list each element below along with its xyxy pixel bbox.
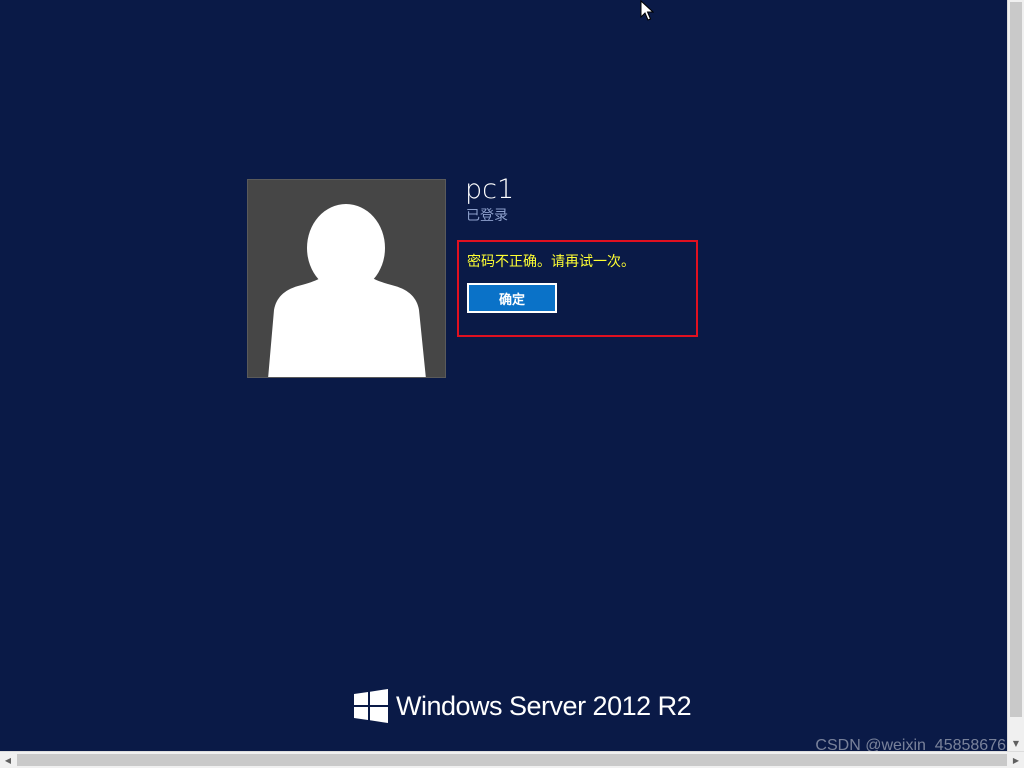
- scroll-down-arrow-icon[interactable]: ▼: [1008, 735, 1024, 751]
- product-name: Windows Server 2012 R2: [396, 690, 692, 721]
- username-label: pc1: [465, 174, 515, 205]
- mouse-pointer-icon: [640, 0, 654, 21]
- horizontal-scrollbar[interactable]: ◀ ▶: [0, 751, 1024, 768]
- user-status-label: 已登录: [466, 208, 508, 224]
- scroll-left-arrow-icon[interactable]: ◀: [0, 752, 16, 768]
- vertical-scroll-thumb[interactable]: [1010, 2, 1022, 717]
- horizontal-scroll-thumb[interactable]: [17, 754, 1007, 766]
- error-message: 密码不正确。请再试一次。: [467, 254, 635, 270]
- ok-button[interactable]: 确定: [467, 283, 557, 313]
- user-avatar-icon: [268, 204, 426, 377]
- scroll-right-arrow-icon[interactable]: ▶: [1008, 752, 1024, 768]
- product-branding: Windows Server 2012 R2: [354, 688, 692, 724]
- lock-screen: pc1 已登录 密码不正确。请再试一次。 确定 Windows Server 2…: [0, 0, 1024, 768]
- user-avatar-tile: [247, 179, 446, 378]
- vertical-scrollbar[interactable]: ▼: [1007, 0, 1024, 751]
- windows-logo-icon: [354, 689, 388, 723]
